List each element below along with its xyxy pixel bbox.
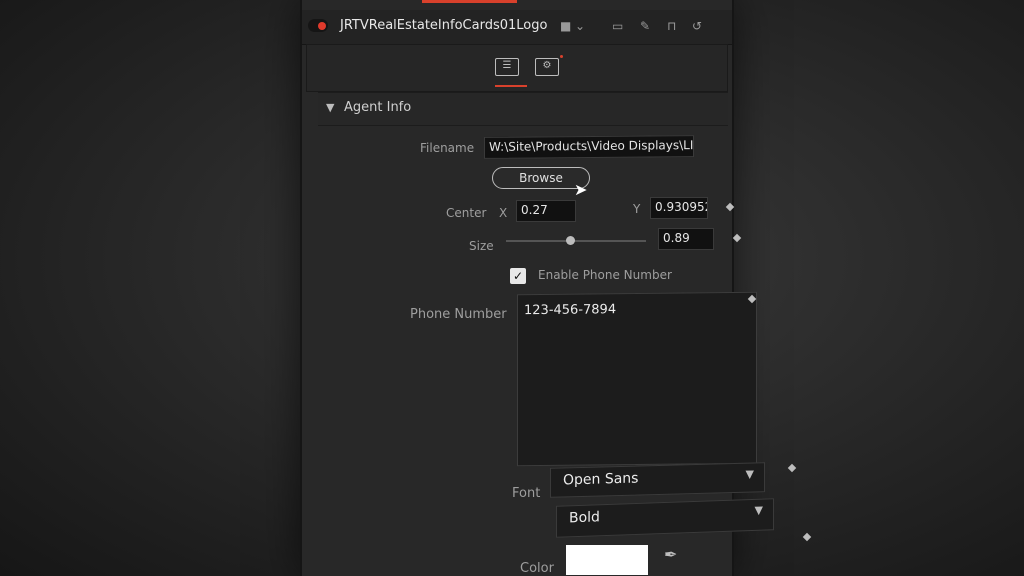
font-label: Font	[512, 486, 541, 501]
settings-tab-icon[interactable]: ⚙	[535, 58, 559, 76]
modified-dot-icon	[560, 55, 563, 58]
size-label: Size	[469, 239, 494, 253]
tools-tab-icon[interactable]: ☰	[495, 58, 519, 76]
section-header-agent-info[interactable]: ▼ Agent Info	[318, 92, 728, 126]
inspector-tabs: ☰ ⚙	[306, 44, 728, 92]
mouse-cursor-icon: ➤	[574, 180, 588, 199]
section-title: Agent Info	[344, 100, 412, 115]
chevron-down-icon[interactable]: ⌄	[575, 19, 585, 33]
keyframe-diamond-icon[interactable]	[802, 532, 812, 542]
chevron-down-icon[interactable]: ▼	[326, 101, 334, 114]
phone-number-textarea[interactable]: 123-456-7894	[517, 291, 757, 467]
enable-phone-checkbox[interactable]: ✓	[510, 268, 526, 284]
center-y-label: Y	[633, 202, 641, 216]
eyedropper-icon[interactable]: ✒	[664, 545, 677, 564]
chevron-down-icon: ▼	[745, 467, 754, 481]
phone-number-label: Phone Number	[410, 307, 507, 322]
keyframe-diamond-icon[interactable]	[732, 233, 742, 243]
center-x-label: X	[499, 206, 508, 220]
filename-field[interactable]: W:\Site\Products\Video Displays\LIV	[484, 135, 694, 159]
record-dot-icon[interactable]	[308, 19, 328, 32]
size-slider-handle[interactable]	[566, 236, 575, 245]
chevron-down-icon: ▼	[754, 503, 763, 517]
inspector-panel: JRTVRealEstateInfoCards01Logo ■ ⌄ ▭ ✎ ⊓ …	[300, 0, 812, 576]
inspector-header: JRTVRealEstateInfoCards01Logo ■ ⌄ ▭ ✎ ⊓ …	[302, 10, 732, 45]
center-x-field[interactable]: 0.27	[516, 200, 576, 222]
center-y-field[interactable]: 0.930952	[650, 197, 708, 219]
tab-underline	[495, 85, 527, 87]
keyframe-diamond-icon[interactable]	[725, 202, 735, 212]
font-style-value: Bold	[569, 509, 600, 527]
size-slider-track[interactable]	[506, 240, 646, 242]
filename-label: Filename	[420, 141, 475, 155]
keyframe-diamond-icon[interactable]	[787, 463, 797, 473]
active-tab-indicator	[422, 0, 517, 3]
font-dropdown[interactable]: Open Sans ▼	[550, 462, 765, 498]
size-field[interactable]: 0.89	[658, 228, 714, 250]
tool-title[interactable]: JRTVRealEstateInfoCards01Logo	[340, 18, 547, 33]
pin-icon[interactable]: ✎	[640, 19, 650, 33]
font-dropdown-value: Open Sans	[563, 470, 639, 489]
chip-icon[interactable]: ■	[560, 19, 571, 33]
color-label: Color	[520, 561, 554, 576]
enable-phone-label[interactable]: Enable Phone Number	[538, 268, 672, 282]
window-icon[interactable]: ▭	[612, 19, 623, 33]
font-style-dropdown[interactable]: Bold ▼	[556, 498, 774, 538]
color-swatch[interactable]	[566, 545, 648, 575]
center-label: Center	[446, 206, 487, 220]
reset-icon[interactable]: ↺	[692, 19, 702, 33]
lock-icon[interactable]: ⊓	[667, 19, 676, 33]
